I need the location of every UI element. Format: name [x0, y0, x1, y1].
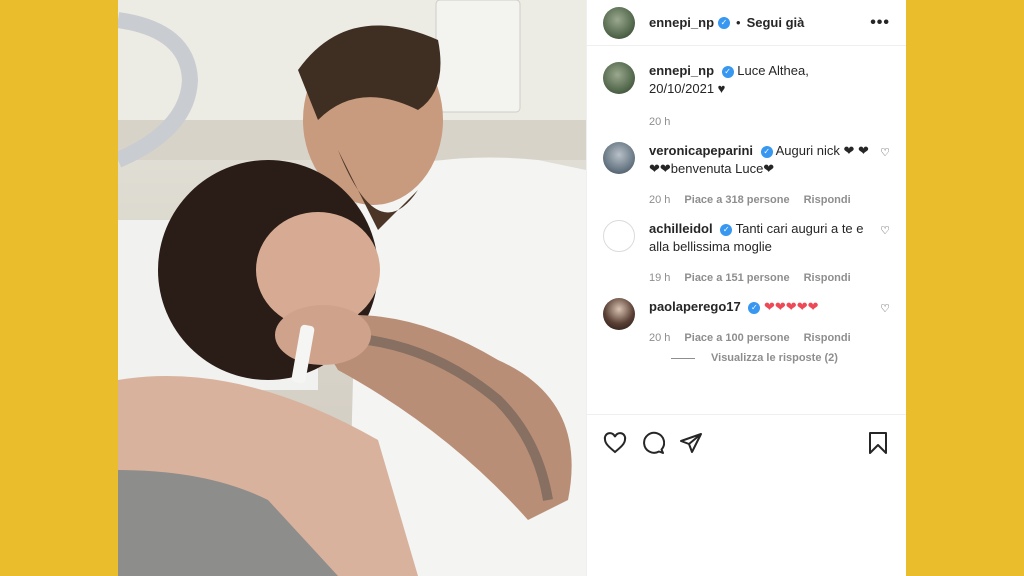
comment-username[interactable]: veronicapeparini [649, 143, 753, 158]
post-header: ennepi_np ✓ • Segui già ••• [587, 0, 906, 46]
caption-time[interactable]: 20 h [649, 116, 670, 128]
comment-icon[interactable] [641, 431, 665, 455]
caption-username[interactable]: ennepi_np [649, 63, 714, 78]
comment-time[interactable]: 20 h [649, 194, 670, 206]
action-bar [587, 414, 906, 470]
verified-badge-icon: ✓ [760, 145, 773, 158]
heart-icon[interactable]: ♡ [880, 146, 890, 159]
comment-text: ❤❤❤❤❤ [764, 299, 819, 314]
verified-badge-icon: ✓ [721, 65, 734, 78]
avatar[interactable] [603, 142, 635, 174]
comment-time[interactable]: 20 h [649, 332, 670, 344]
comments-list: ennepi_np ✓ Luce Althea, 20/10/2021 ♥ 20… [587, 46, 906, 416]
bookmark-icon[interactable] [866, 431, 890, 455]
reply-button[interactable]: Rispondi [804, 272, 851, 284]
instagram-post: ennepi_np ✓ • Segui già ••• ennepi_np ✓ … [118, 0, 906, 576]
comment-time[interactable]: 19 h [649, 272, 670, 284]
photo-illustration [118, 0, 586, 576]
comment-username[interactable]: paolaperego17 [649, 299, 741, 314]
reply-button[interactable]: Rispondi [804, 194, 851, 206]
reply-button[interactable]: Rispondi [804, 332, 851, 344]
heart-icon[interactable] [603, 431, 627, 455]
comment-likes[interactable]: Piace a 318 persone [684, 194, 789, 206]
post-photo[interactable] [118, 0, 586, 576]
verified-badge-icon: ✓ [718, 16, 731, 29]
post-side-panel: ennepi_np ✓ • Segui già ••• ennepi_np ✓ … [586, 0, 906, 576]
avatar[interactable] [603, 220, 635, 252]
heart-icon[interactable]: ♡ [880, 302, 890, 315]
comment-username[interactable]: achilleidol [649, 221, 713, 236]
more-options-icon[interactable]: ••• [870, 14, 890, 32]
comment-row: achilleidol ✓ Tanti cari auguri a te e a… [603, 220, 890, 284]
header-username[interactable]: ennepi_np [649, 15, 714, 30]
comment-row: paolaperego17 ✓ ❤❤❤❤❤ 20 h Piace a 100 p… [603, 298, 890, 344]
avatar[interactable] [603, 298, 635, 330]
replies-divider [671, 357, 695, 359]
avatar[interactable] [603, 6, 635, 39]
separator-dot: • [736, 15, 741, 30]
comment-row: veronicapeparini ✓ Auguri nick ❤ ❤❤❤benv… [603, 142, 890, 206]
avatar[interactable] [603, 62, 635, 94]
comment-likes[interactable]: Piace a 151 persone [684, 272, 789, 284]
view-replies-label: Visualizza le risposte (2) [711, 352, 838, 364]
verified-badge-icon: ✓ [748, 301, 761, 314]
view-replies-button[interactable]: Visualizza le risposte (2) [671, 352, 890, 364]
comment-likes[interactable]: Piace a 100 persone [684, 332, 789, 344]
caption: ennepi_np ✓ Luce Althea, 20/10/2021 ♥ 20… [603, 62, 890, 128]
verified-badge-icon: ✓ [720, 223, 733, 236]
share-icon[interactable] [679, 431, 703, 455]
follow-status-button[interactable]: Segui già [747, 15, 805, 30]
heart-icon[interactable]: ♡ [880, 224, 890, 237]
